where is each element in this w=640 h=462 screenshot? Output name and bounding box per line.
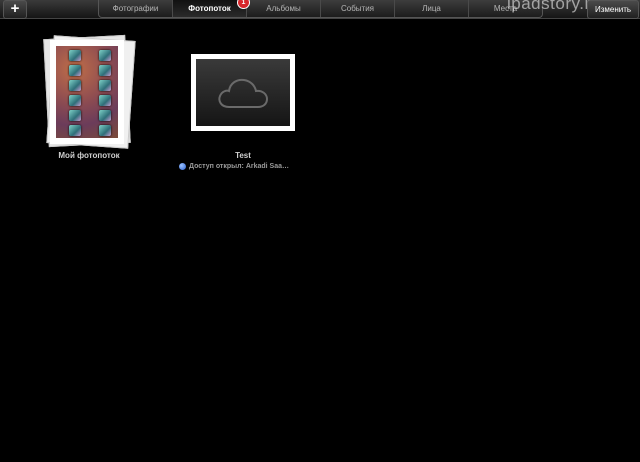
tab-events[interactable]: События [320, 0, 394, 17]
cloud-icon [218, 78, 269, 108]
tab-places[interactable]: Места [468, 0, 542, 17]
shared-by-line: Доступ открыл: Arkadi Saa… [179, 163, 289, 170]
album-cover[interactable] [191, 54, 295, 131]
shared-by-text: Доступ открыл: Arkadi Saa… [189, 163, 290, 170]
album-title: Мой фотопоток [58, 151, 120, 160]
album-title: Test [235, 151, 251, 160]
shared-status-icon [179, 163, 186, 170]
photo-thumbnail [56, 46, 118, 138]
tab-faces[interactable]: Лица [394, 0, 468, 17]
edit-button[interactable]: Изменить [587, 0, 639, 19]
album-my-photostream[interactable]: Мой фотопоток [0, 0, 180, 170]
album-cover [50, 40, 124, 144]
album-cover-background [196, 59, 290, 126]
